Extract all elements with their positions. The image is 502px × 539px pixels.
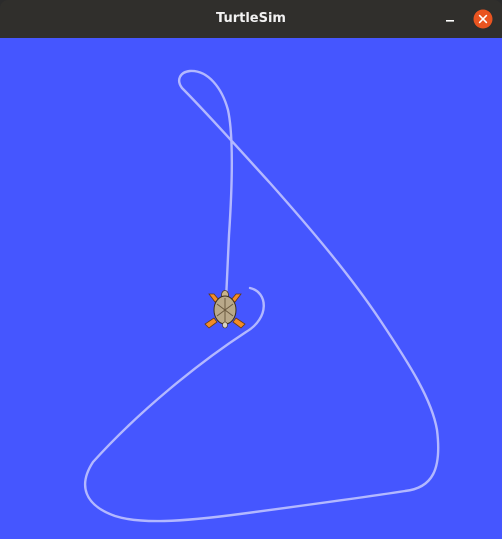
minimize-button[interactable] (440, 9, 460, 29)
title-bar[interactable]: TurtleSim (0, 0, 502, 38)
turtle-canvas (0, 38, 502, 539)
turtlesim-window: TurtleSim (0, 0, 502, 539)
turtle-tail (222, 321, 228, 329)
close-button[interactable] (473, 9, 493, 29)
window-title: TurtleSim (216, 11, 286, 26)
close-icon (473, 9, 493, 29)
minimize-icon (446, 20, 454, 22)
